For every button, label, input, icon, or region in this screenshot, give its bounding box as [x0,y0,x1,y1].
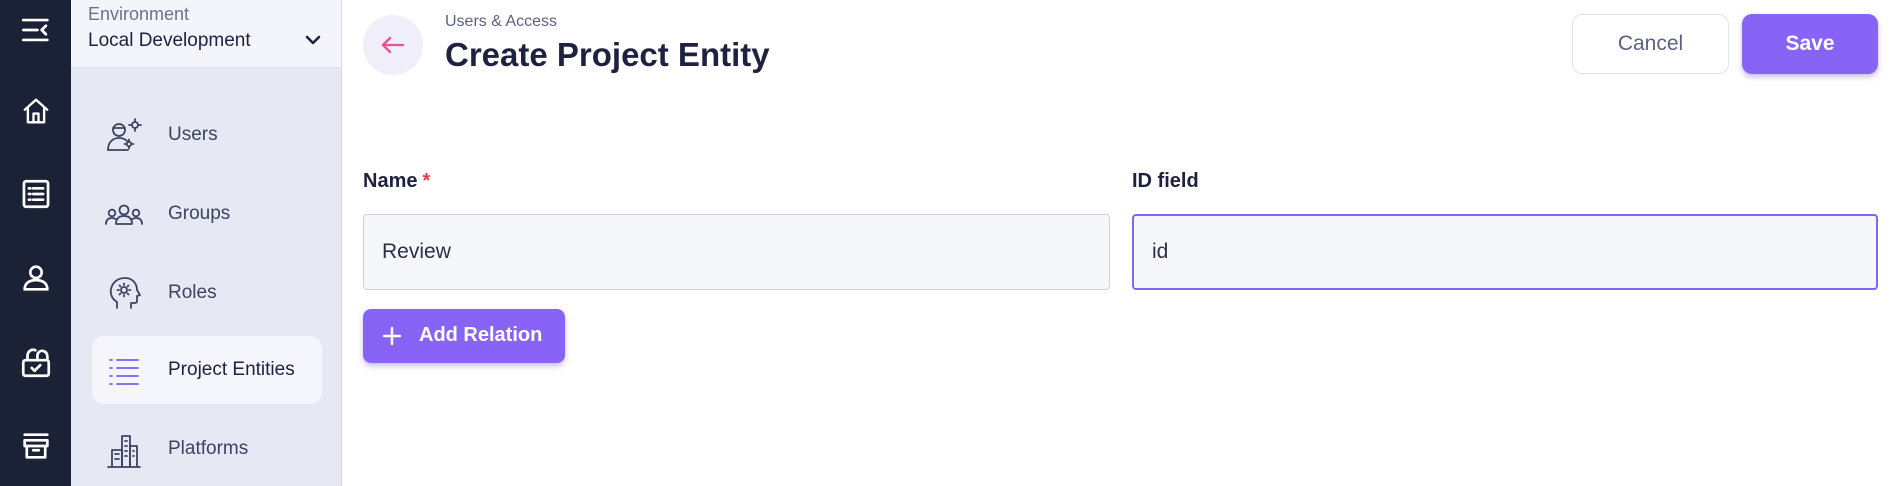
page-title: Create Project Entity [445,36,770,73]
sidebar-item-roles[interactable]: Roles [92,259,322,327]
name-label-text: Name [363,170,418,192]
chevron-down-icon [305,35,321,45]
sidebar-item-label: Project Entities [168,359,295,380]
breadcrumb[interactable]: Users & Access [445,13,557,31]
environment-selector[interactable]: Environment Local Development [71,0,341,68]
save-button[interactable]: Save [1742,14,1878,74]
name-input[interactable] [363,214,1110,290]
rail-list-button[interactable] [0,164,71,224]
id-field-input[interactable] [1132,214,1878,290]
plus-icon [382,326,402,346]
sidebar-item-label: Users [168,124,218,145]
back-button[interactable] [363,15,423,75]
lock-icon [21,348,50,378]
home-icon [23,98,48,124]
id-field-label: ID field [1132,170,1199,192]
rail-home-button[interactable] [0,81,71,141]
sidebar-item-users[interactable]: Users [92,101,322,169]
sidebar-item-project-entities[interactable]: Project Entities [92,336,322,404]
list-icon [22,179,49,209]
archive-icon [22,433,49,459]
buildings-icon [104,430,144,468]
add-relation-button[interactable]: Add Relation [363,309,565,363]
icon-rail [0,0,71,486]
users-gear-icon [104,116,144,154]
arrow-left-icon [381,36,405,54]
environment-label: Environment [88,4,190,24]
rail-archive-button[interactable] [0,416,71,476]
sidebar-item-groups[interactable]: Groups [92,180,322,248]
collapse-menu-icon [21,18,49,42]
sidebar-item-label: Roles [168,282,217,303]
sidebar-item-label: Groups [168,203,231,224]
sidebar-item-platforms[interactable]: Platforms [92,415,322,483]
name-field-label: Name * [363,170,430,193]
sidebar-item-label: Platforms [168,438,249,459]
list-icon [104,351,144,389]
rail-lock-button[interactable] [0,333,71,393]
environment-value: Local Development [88,30,251,51]
rail-user-button[interactable] [0,248,71,308]
required-indicator: * [422,170,431,192]
user-icon [22,265,49,291]
secondary-sidebar: Environment Local Development Users Grou… [71,0,342,486]
cancel-button[interactable]: Cancel [1572,14,1729,74]
collapse-menu-button[interactable] [0,0,71,60]
add-relation-label: Add Relation [419,324,543,346]
roles-head-icon [104,274,144,312]
groups-icon [104,195,144,233]
